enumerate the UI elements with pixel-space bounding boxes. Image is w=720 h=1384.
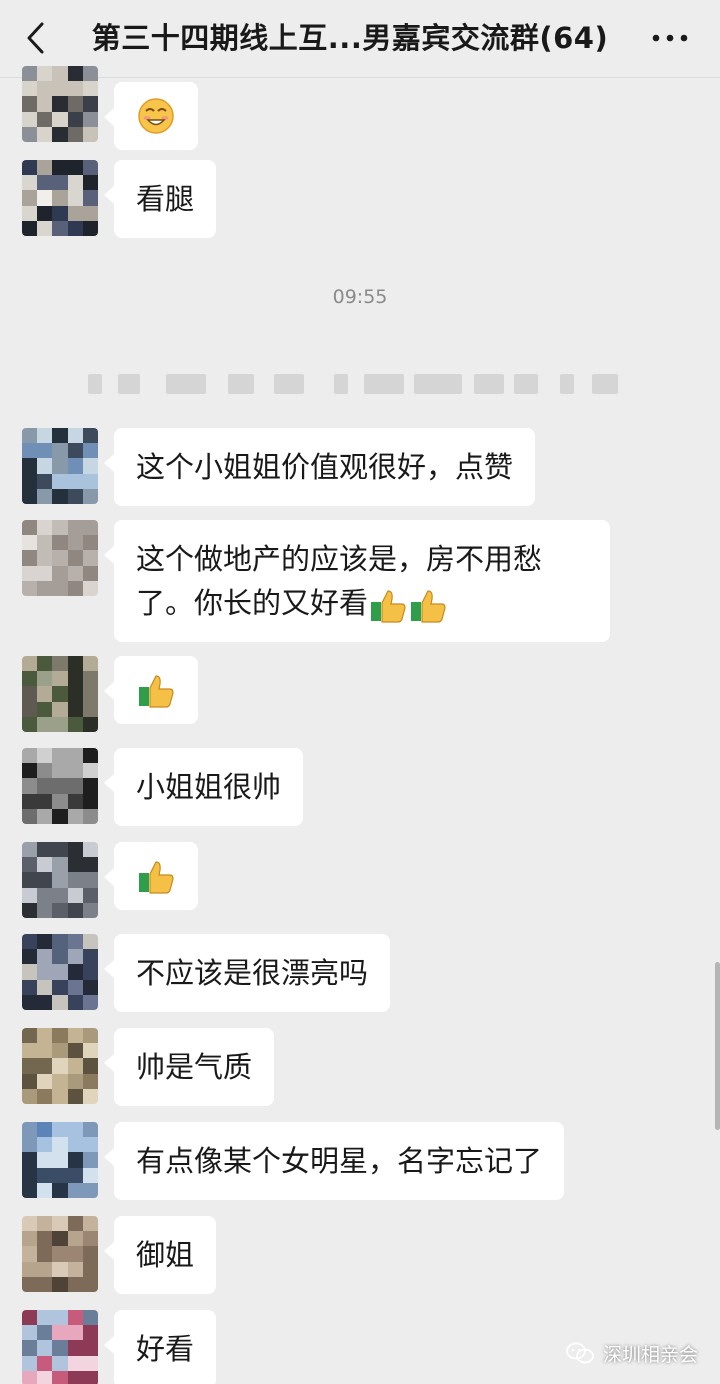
- avatar[interactable]: [22, 66, 98, 142]
- wechat-official-account-icon: [566, 1342, 594, 1364]
- message-bubble[interactable]: 看腿: [103, 160, 217, 238]
- avatar[interactable]: [22, 748, 98, 824]
- avatar[interactable]: [22, 1310, 98, 1384]
- message-bubble[interactable]: [104, 656, 198, 724]
- message-bubble[interactable]: [104, 82, 198, 150]
- message-bubble[interactable]: 小姐姐很帅: [103, 748, 304, 826]
- thumbs-up-emoji-icon: [139, 861, 174, 894]
- message-bubble[interactable]: 这个做地产的应该是，房不用愁了。你长的又好看: [104, 520, 610, 642]
- watermark-text: 深圳相亲会: [602, 1343, 698, 1366]
- back-arrow-icon[interactable]: [18, 18, 58, 58]
- chat-header: 第三十四期线上互...男嘉宾交流群(64): [0, 0, 720, 78]
- avatar[interactable]: [22, 1028, 98, 1104]
- avatar[interactable]: [22, 160, 98, 236]
- avatar[interactable]: [22, 520, 98, 596]
- scrollbar[interactable]: [715, 962, 720, 1130]
- avatar[interactable]: [22, 428, 98, 504]
- avatar[interactable]: [22, 656, 98, 732]
- timestamp-divider: 09:55: [332, 286, 388, 308]
- message-bubble[interactable]: 有点像某个女明星，名字忘记了: [103, 1122, 565, 1200]
- avatar[interactable]: [22, 934, 98, 1010]
- message-bubble[interactable]: 御姐: [103, 1216, 217, 1294]
- blurred-system-notice: [88, 368, 628, 400]
- more-options-icon[interactable]: [646, 18, 694, 58]
- thumbs-up-emoji-icon: [411, 590, 446, 623]
- message-bubble[interactable]: 不应该是很漂亮吗: [103, 934, 391, 1012]
- avatar[interactable]: [22, 842, 98, 918]
- avatar[interactable]: [22, 1122, 98, 1198]
- message-bubble[interactable]: [104, 842, 198, 910]
- avatar[interactable]: [22, 1216, 98, 1292]
- message-bubble[interactable]: 这个小姐姐价值观很好，点赞: [103, 428, 536, 506]
- chat-title: 第三十四期线上互...男嘉宾交流群(64): [91, 21, 609, 55]
- watermark: 深圳相亲会: [565, 1340, 698, 1366]
- message-bubble[interactable]: 好看: [103, 1310, 217, 1384]
- message-bubble[interactable]: 帅是气质: [103, 1028, 275, 1106]
- thumbs-up-emoji-icon: [139, 675, 174, 708]
- grinning-face-emoji-icon: [138, 98, 174, 134]
- thumbs-up-emoji-icon: [371, 590, 406, 623]
- message-text: 这个做地产的应该是，房不用愁了。你长的又好看: [136, 542, 543, 620]
